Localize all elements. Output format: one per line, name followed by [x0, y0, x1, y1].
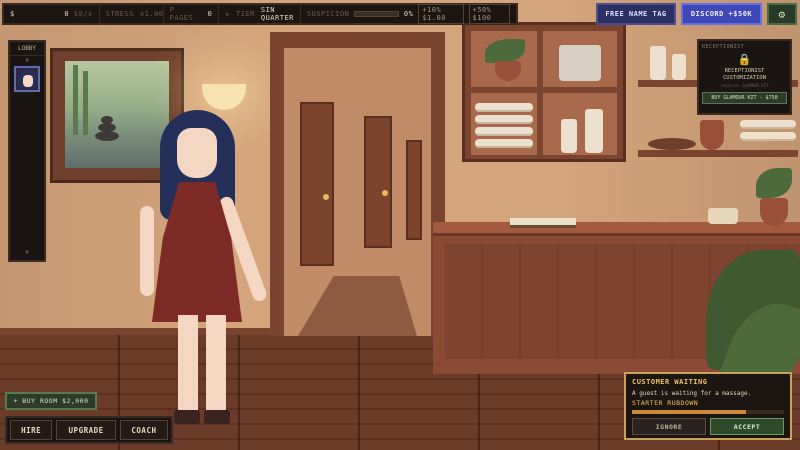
avatar-face: [23, 75, 33, 87]
discord-button[interactable]: DISCORD +$50K: [681, 3, 762, 25]
accept-button[interactable]: ACCEPT: [710, 418, 784, 435]
buy-glamour-kit-button[interactable]: BUY GLAMOUR KIT - $750: [702, 92, 787, 105]
door-knob: [323, 194, 329, 200]
gear-icon: ⚙: [778, 7, 786, 21]
tier-name: SIN QUARTER: [260, 6, 294, 22]
bribe-chip-small[interactable]: +10% $1.00: [418, 4, 464, 24]
folded-towel: [740, 120, 796, 129]
upgrade-button[interactable]: UPGRADE: [56, 420, 116, 440]
customer-title: CUSTOMER WAITING: [632, 378, 708, 386]
settings-button[interactable]: ⚙: [767, 3, 797, 25]
hallway-doorway: [270, 32, 445, 336]
stone: [95, 131, 119, 141]
suspicion-display: SUSPICION 0% +10% $1.00 +50% $100: [301, 4, 516, 24]
suspicion-percent: 0%: [403, 10, 414, 18]
character-shoe: [174, 410, 200, 424]
buy-room-button[interactable]: + BUY ROOM $2,000: [5, 392, 97, 410]
lotion-bottle: [585, 109, 603, 153]
pages-display: P PAGES 0: [164, 5, 220, 23]
stone-jars: [559, 45, 601, 81]
receptionist-subtitle-1: RECEPTIONIST: [724, 68, 765, 74]
receptionist-character[interactable]: [140, 110, 270, 435]
lobby-scroll-up-icon[interactable]: ▲: [10, 56, 44, 63]
oil-bottle: [650, 46, 666, 80]
pages-label: PAGES: [169, 14, 194, 22]
shelf-cell: [543, 93, 617, 155]
hall-door: [364, 116, 392, 248]
character-arm: [140, 206, 154, 296]
money-rate: $0/s: [73, 10, 93, 18]
service-name: STARTER RUBDOWN: [632, 399, 699, 407]
bowl: [648, 138, 696, 150]
counter-top: [433, 222, 800, 236]
star-icon: ★: [225, 10, 231, 18]
bamboo-stalk: [73, 65, 78, 135]
folded-towel: [475, 115, 533, 124]
hall-door: [300, 102, 334, 266]
receptionist-panel: RECEPTIONIST 🔒 RECEPTIONIST CUSTOMIZATIO…: [697, 39, 792, 115]
oil-bottle: [672, 54, 686, 80]
pages-count: 0: [207, 10, 213, 18]
receptionist-note: requires GLAMOUR KIT: [720, 83, 769, 89]
guest-book: [510, 218, 576, 228]
character-shoe: [204, 410, 230, 424]
free-name-tag-button[interactable]: FREE NAME TAG: [596, 3, 676, 25]
folded-towel: [475, 127, 533, 136]
receptionist-subtitle-2: CUSTOMIZATION: [722, 75, 767, 82]
lotion-bottle: [561, 119, 577, 153]
character-leg: [178, 315, 198, 415]
suspicion-label: SUSPICION: [306, 10, 350, 18]
tier-label: TIER: [236, 10, 255, 18]
folded-towel: [475, 103, 533, 112]
lobby-title: LOBBY: [10, 42, 44, 56]
bamboo-stalk: [83, 71, 88, 135]
hallway-floor: [298, 276, 417, 336]
top-status-bar: $ 0 $0/s STRESS x1.00 P PAGES 0 ★ TIER S…: [2, 3, 518, 25]
ignore-button[interactable]: IGNORE: [632, 418, 706, 435]
customer-message: A guest is waiting for a massage.: [632, 390, 752, 397]
pages-icon: P: [169, 6, 175, 14]
desk-plant-pot: [760, 198, 788, 226]
folded-towel: [740, 132, 796, 141]
folded-towel: [475, 139, 533, 148]
lobby-panel: LOBBY ▲ ▼: [8, 40, 46, 262]
patience-fill: [632, 410, 746, 414]
money-value: 0: [64, 10, 70, 18]
lobby-scroll-down-icon[interactable]: ▼: [10, 249, 44, 256]
customer-waiting-panel: CUSTOMER WAITING A guest is waiting for …: [624, 372, 792, 440]
patience-bar: [632, 410, 784, 414]
tier-display: ★ TIER SIN QUARTER: [219, 5, 301, 23]
door-knob: [382, 190, 388, 196]
shelf-unit: [462, 22, 626, 162]
customer-actions: IGNORE ACCEPT: [632, 418, 784, 435]
character-face: [177, 128, 217, 178]
hall-door: [406, 140, 422, 240]
suspicion-bar: [354, 11, 399, 17]
hallway: [284, 48, 431, 336]
lobby-avatar[interactable]: [14, 66, 40, 92]
bribe-chip-large[interactable]: +50% $100: [468, 4, 510, 24]
currency-symbol: $: [10, 10, 15, 18]
lock-icon: 🔒: [737, 53, 752, 66]
hire-button[interactable]: HIRE: [10, 420, 53, 440]
stress-display: STRESS x1.00: [100, 5, 164, 23]
coach-button[interactable]: COACH: [119, 420, 168, 440]
receptionist-title: RECEPTIONIST: [702, 44, 745, 50]
stone: [98, 123, 116, 132]
vase: [700, 120, 724, 150]
money-display: $ 0 $0/s: [4, 5, 100, 23]
desk-sign: [708, 208, 738, 224]
action-bar: HIRE UPGRADE COACH: [5, 416, 173, 444]
character-leg: [206, 315, 226, 415]
stress-multiplier: x1.00: [139, 10, 164, 18]
stress-label: STRESS: [105, 10, 134, 18]
stone: [101, 116, 113, 124]
wall-shelf: [638, 150, 798, 157]
